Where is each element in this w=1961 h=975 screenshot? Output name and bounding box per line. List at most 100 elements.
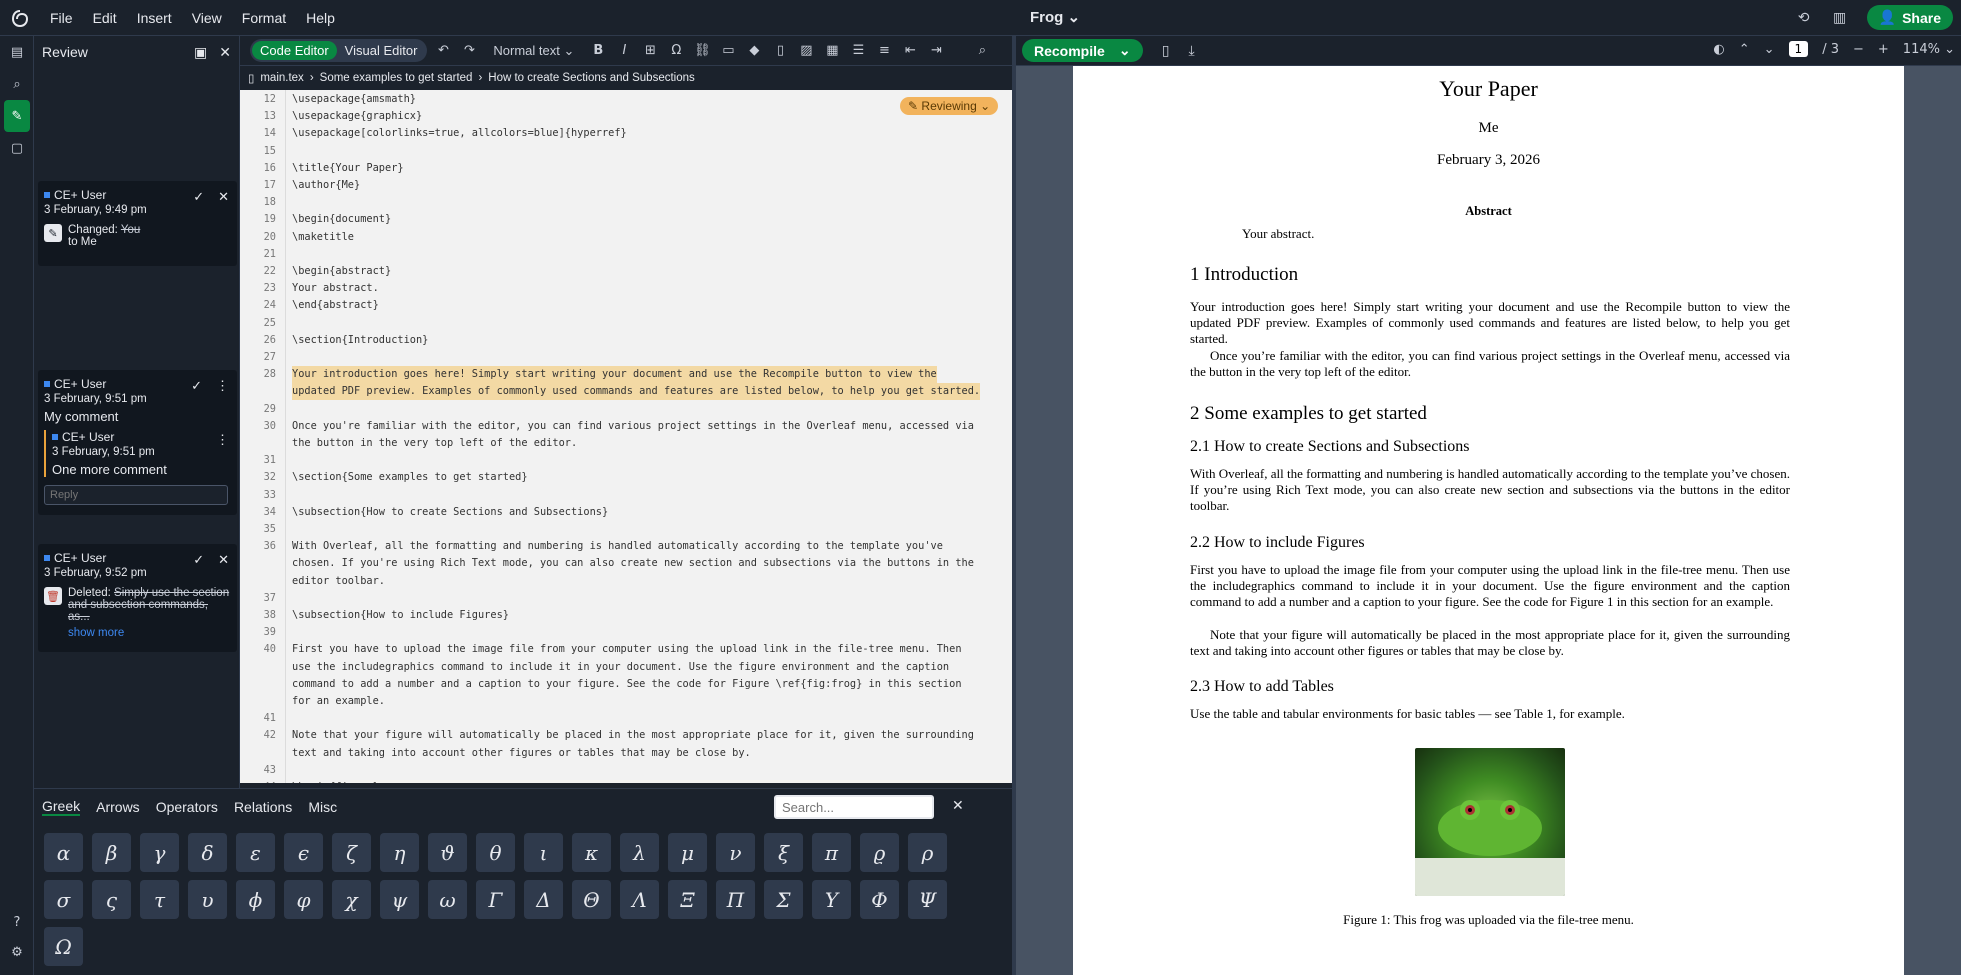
symbol-button[interactable]: Θ — [572, 880, 611, 919]
symbol-search-input[interactable] — [774, 795, 934, 819]
indent-icon[interactable]: ⇥ — [926, 43, 946, 58]
project-name[interactable]: Frog ⌄ — [1030, 8, 1080, 26]
menu-insert[interactable]: Insert — [127, 10, 182, 26]
reply-input[interactable] — [44, 485, 228, 505]
link-icon[interactable]: ⛓ — [692, 43, 712, 58]
file-tree-icon[interactable]: ▤ — [0, 36, 34, 68]
recompile-button[interactable]: Recompile ⌄ — [1022, 39, 1143, 62]
symbol-button[interactable]: Δ — [524, 880, 563, 919]
symbol-button[interactable]: ω — [428, 880, 467, 919]
symbol-button[interactable]: Π — [716, 880, 755, 919]
symbol-button[interactable]: Ξ — [668, 880, 707, 919]
symbol-button[interactable]: ς — [92, 880, 131, 919]
symbol-button[interactable]: μ — [668, 833, 707, 872]
undo-icon[interactable]: ↶ — [433, 43, 453, 58]
next-page-icon[interactable]: ⌄ — [1764, 42, 1775, 57]
symbol-button[interactable]: κ — [572, 833, 611, 872]
symbol-button[interactable]: π — [812, 833, 851, 872]
zoom-in-icon[interactable]: + — [1878, 42, 1889, 57]
numbered-list-icon[interactable]: ≡ — [874, 43, 894, 58]
symbol-button[interactable]: σ — [44, 880, 83, 919]
outdent-icon[interactable]: ⇤ — [900, 43, 920, 58]
symbol-button[interactable]: Γ — [476, 880, 515, 919]
symbol-tab-relations[interactable]: Relations — [234, 799, 292, 815]
delete-card[interactable]: CE+ User 3 February, 9:52 pm ✓ ✕ 🗑 Delete… — [38, 544, 237, 652]
zoom-select[interactable]: 114% ⌄ — [1903, 42, 1955, 57]
menu-help[interactable]: Help — [296, 10, 345, 26]
symbol-button[interactable]: ε — [236, 833, 275, 872]
math-icon[interactable]: ⊞ — [640, 43, 660, 58]
symbol-tab-arrows[interactable]: Arrows — [96, 799, 140, 815]
dock-icon[interactable]: ▣ — [194, 44, 207, 61]
symbol-button[interactable]: γ — [140, 833, 179, 872]
symbol-button[interactable]: β — [92, 833, 131, 872]
chat-icon[interactable]: ▢ — [0, 132, 34, 164]
prev-page-icon[interactable]: ⌃ — [1739, 42, 1750, 57]
symbol-tab-operators[interactable]: Operators — [156, 799, 218, 815]
redo-icon[interactable]: ↷ — [459, 43, 479, 58]
reject-icon[interactable]: ✕ — [218, 189, 229, 205]
symbol-button[interactable]: η — [380, 833, 419, 872]
visual-editor-toggle[interactable]: Visual Editor — [337, 41, 426, 60]
search-icon[interactable]: ⌕ — [972, 43, 992, 58]
table-icon[interactable]: ▦ — [822, 43, 842, 58]
symbol-button[interactable]: Σ — [764, 880, 803, 919]
symbol-button[interactable]: ψ — [380, 880, 419, 919]
more-icon[interactable]: ⋮ — [216, 432, 229, 448]
history-icon[interactable]: ⟲ — [1795, 10, 1813, 26]
symbol-button[interactable]: Ψ — [908, 880, 947, 919]
resolve-icon[interactable]: ✓ — [191, 378, 202, 394]
comment-card[interactable]: CE+ User 3 February, 9:51 pm ✓ ⋮ My comme… — [38, 370, 237, 515]
ref-icon[interactable]: ▯ — [770, 43, 790, 58]
more-icon[interactable]: ⋮ — [216, 378, 229, 394]
breadcrumb-subsection[interactable]: How to create Sections and Subsections — [488, 72, 694, 84]
symbol-button[interactable]: υ — [188, 880, 227, 919]
symbol-button[interactable]: ι — [524, 833, 563, 872]
menu-file[interactable]: File — [40, 10, 83, 26]
symbol-button[interactable]: φ — [284, 880, 323, 919]
symbol-button[interactable]: Φ — [860, 880, 899, 919]
help-icon[interactable]: ? — [0, 906, 34, 938]
breadcrumb-section[interactable]: Some examples to get started — [320, 72, 473, 84]
symbol-button[interactable]: ξ — [764, 833, 803, 872]
symbol-button[interactable]: θ — [476, 833, 515, 872]
symbol-button[interactable]: ϕ — [236, 880, 275, 919]
code-editor-toggle[interactable]: Code Editor — [252, 41, 337, 60]
text-style-select[interactable]: Normal text ⌄ — [493, 43, 574, 59]
contrast-icon[interactable]: ◐ — [1713, 42, 1724, 57]
pdf-preview[interactable]: Your Paper Me February 3, 2026 Abstract … — [1016, 66, 1961, 975]
symbol-button[interactable]: ϱ — [860, 833, 899, 872]
review-icon[interactable]: ✎ — [4, 100, 30, 132]
symbol-button[interactable]: δ — [188, 833, 227, 872]
symbol-button[interactable]: ρ — [908, 833, 947, 872]
menu-format[interactable]: Format — [232, 10, 296, 26]
symbol-button[interactable]: ν — [716, 833, 755, 872]
symbol-button[interactable]: χ — [332, 880, 371, 919]
symbol-button[interactable]: λ — [620, 833, 659, 872]
bullet-list-icon[interactable]: ☰ — [848, 43, 868, 58]
breadcrumb-file[interactable]: main.tex — [260, 72, 303, 84]
accept-icon[interactable]: ✓ — [193, 552, 204, 568]
symbol-icon[interactable]: Ω — [666, 43, 686, 58]
zoom-out-icon[interactable]: − — [1853, 42, 1864, 57]
accept-icon[interactable]: ✓ — [193, 189, 204, 205]
show-more-link[interactable]: show more — [68, 627, 231, 639]
bold-icon[interactable]: B — [588, 43, 608, 58]
tag-icon[interactable]: ◆ — [744, 43, 764, 58]
reviewing-mode-button[interactable]: ✎ Reviewing ⌄ — [900, 97, 999, 115]
overleaf-logo-icon[interactable] — [0, 0, 40, 36]
layout-icon[interactable]: ▥ — [1831, 10, 1849, 26]
symbol-tab-misc[interactable]: Misc — [308, 799, 337, 815]
symbol-button[interactable]: α — [44, 833, 83, 872]
close-icon[interactable]: ✕ — [219, 44, 231, 61]
close-icon[interactable]: ✕ — [952, 798, 964, 814]
symbol-tab-greek[interactable]: Greek — [42, 798, 81, 816]
share-button[interactable]: 👤 Share — [1866, 5, 1953, 30]
reject-icon[interactable]: ✕ — [218, 552, 229, 568]
gear-icon[interactable]: ⚙ — [0, 936, 34, 968]
italic-icon[interactable]: I — [614, 43, 634, 58]
logs-icon[interactable]: ▯ — [1157, 43, 1175, 59]
symbol-button[interactable]: ϑ — [428, 833, 467, 872]
page-number-input[interactable]: 1 — [1788, 41, 1809, 57]
comment-icon[interactable]: ▭ — [718, 43, 738, 58]
